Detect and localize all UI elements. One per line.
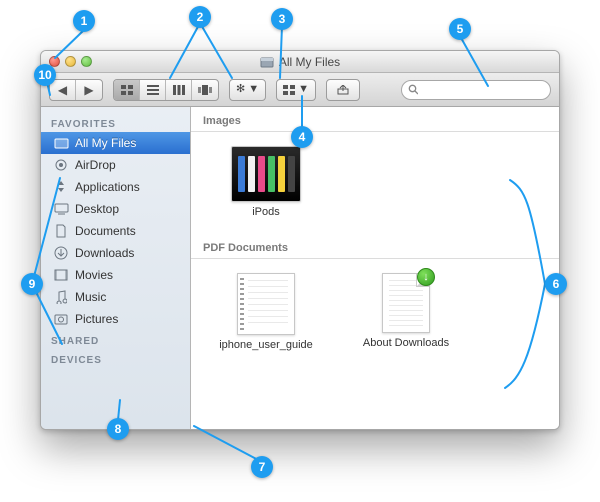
view-list-button[interactable] <box>140 80 166 100</box>
chevron-left-icon: ◀ <box>58 83 67 97</box>
sidebar-header-shared: SHARED <box>41 330 190 349</box>
pdf-thumbnail <box>237 273 295 335</box>
arrange-icon <box>283 85 295 95</box>
all-my-files-icon <box>53 135 69 151</box>
sidebar-item-label: Downloads <box>75 246 134 260</box>
group-header-pdf: PDF Documents <box>191 234 559 258</box>
pictures-icon <box>53 311 69 327</box>
columns-icon <box>173 85 185 95</box>
nav-buttons: ◀ ▶ <box>49 79 103 101</box>
download-badge-icon: ↓ <box>417 268 435 286</box>
title-icon <box>260 56 274 68</box>
action-menu-button[interactable]: ✻▼ <box>229 79 266 101</box>
sidebar-item-label: Applications <box>75 180 140 194</box>
traffic-lights <box>49 56 92 67</box>
sidebar-item-label: Pictures <box>75 312 118 326</box>
documents-icon <box>53 223 69 239</box>
file-item[interactable]: ↓ About Downloads <box>351 273 461 351</box>
file-item[interactable]: iphone_user_guide <box>211 273 321 351</box>
window-title: All My Files <box>279 55 340 69</box>
share-icon <box>337 85 349 95</box>
sidebar-item-label: Movies <box>75 268 113 282</box>
coverflow-icon <box>198 85 212 95</box>
list-icon <box>147 85 159 95</box>
grid-icon <box>121 85 133 95</box>
chevron-down-icon: ▼ <box>248 84 259 95</box>
sidebar-header-devices: DEVICES <box>41 349 190 368</box>
group-divider <box>191 258 559 259</box>
group-divider <box>191 131 559 132</box>
movies-icon <box>53 267 69 283</box>
group-header-images: Images <box>191 107 559 131</box>
airdrop-icon <box>53 157 69 173</box>
sidebar-item-label: AirDrop <box>75 158 116 172</box>
sidebar: FAVORITES All My Files AirDrop Applicati… <box>41 107 191 429</box>
toolbar: ◀ ▶ ✻▼ ▼ <box>41 73 559 107</box>
sidebar-item-label: All My Files <box>75 136 136 150</box>
search-field[interactable] <box>401 80 551 100</box>
sidebar-item-documents[interactable]: Documents <box>41 220 190 242</box>
sidebar-item-music[interactable]: Music <box>41 286 190 308</box>
image-thumbnail <box>231 146 301 202</box>
file-label: iPods <box>252 206 280 218</box>
sidebar-item-desktop[interactable]: Desktop <box>41 198 190 220</box>
sidebar-item-label: Music <box>75 290 106 304</box>
file-label: iphone_user_guide <box>219 339 313 351</box>
chevron-right-icon: ▶ <box>84 83 93 97</box>
sidebar-item-label: Desktop <box>75 202 119 216</box>
pdf-thumbnail: ↓ <box>382 273 430 333</box>
callout-7: 7 <box>251 456 273 478</box>
downloads-icon <box>53 245 69 261</box>
callout-9: 9 <box>21 273 43 295</box>
callout-8: 8 <box>107 418 129 440</box>
search-input[interactable] <box>422 84 544 96</box>
sidebar-item-downloads[interactable]: Downloads <box>41 242 190 264</box>
sidebar-item-label: Documents <box>75 224 136 238</box>
minimize-button[interactable] <box>65 56 76 67</box>
callout-4: 4 <box>291 126 313 148</box>
forward-button[interactable]: ▶ <box>76 80 102 100</box>
callout-2: 2 <box>189 6 211 28</box>
chevron-down-icon: ▼ <box>298 84 309 95</box>
callout-6: 6 <box>545 273 567 295</box>
callout-1: 1 <box>73 10 95 32</box>
sidebar-header-favorites: FAVORITES <box>41 113 190 132</box>
desktop-icon <box>53 201 69 217</box>
callout-10: 10 <box>34 64 56 86</box>
file-label: About Downloads <box>363 337 449 349</box>
arrange-menu-button[interactable]: ▼ <box>276 79 316 101</box>
search-icon <box>408 84 418 95</box>
callout-3: 3 <box>271 8 293 30</box>
titlebar[interactable]: All My Files <box>41 51 559 73</box>
finder-window: All My Files ◀ ▶ <box>40 50 560 430</box>
view-column-button[interactable] <box>166 80 192 100</box>
view-switcher <box>113 79 219 101</box>
view-icon-button[interactable] <box>114 80 140 100</box>
callout-5: 5 <box>449 18 471 40</box>
view-coverflow-button[interactable] <box>192 80 218 100</box>
zoom-button[interactable] <box>81 56 92 67</box>
applications-icon <box>53 179 69 195</box>
file-item[interactable]: iPods <box>211 146 321 218</box>
sidebar-item-airdrop[interactable]: AirDrop <box>41 154 190 176</box>
share-button[interactable] <box>326 79 360 101</box>
content-area: Images <box>191 107 559 429</box>
music-icon <box>53 289 69 305</box>
sidebar-item-movies[interactable]: Movies <box>41 264 190 286</box>
gear-icon: ✻ <box>236 84 245 95</box>
sidebar-item-all-my-files[interactable]: All My Files <box>41 132 190 154</box>
sidebar-item-pictures[interactable]: Pictures <box>41 308 190 330</box>
back-button[interactable]: ◀ <box>50 80 76 100</box>
sidebar-item-applications[interactable]: Applications <box>41 176 190 198</box>
